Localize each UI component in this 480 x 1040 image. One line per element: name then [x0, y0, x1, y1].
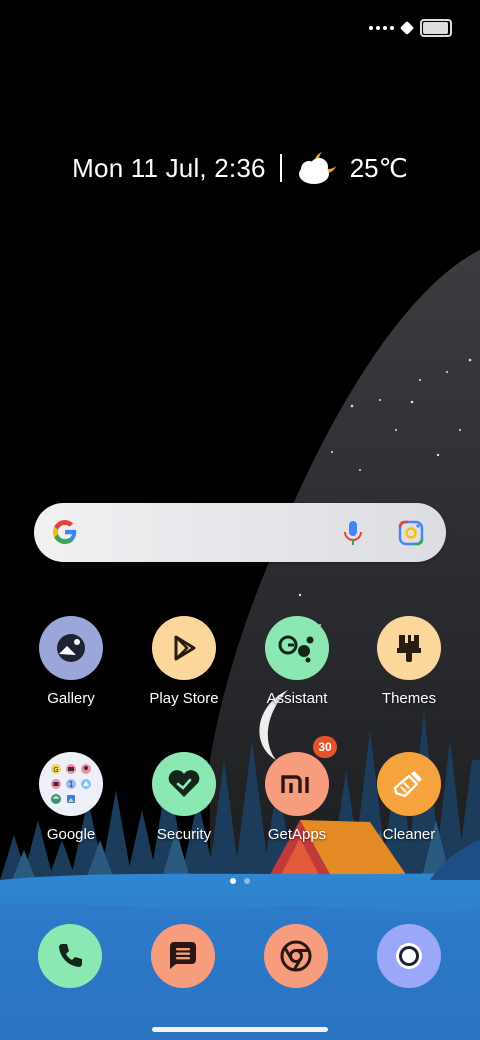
- messages-icon: [170, 942, 196, 969]
- battery-icon: [420, 19, 452, 37]
- app-label: Themes: [381, 690, 437, 707]
- play-store-icon: [152, 616, 216, 680]
- google-search-bar[interactable]: [34, 503, 446, 562]
- google-g-icon: [53, 520, 78, 544]
- app-label: Security: [156, 826, 212, 843]
- dock-phone[interactable]: [38, 924, 102, 988]
- notification-badge: 30: [313, 736, 337, 758]
- page-dot: [244, 878, 250, 884]
- app-label: Play Store: [149, 690, 219, 707]
- home-gesture-bar[interactable]: [152, 1027, 328, 1032]
- app-label: Google: [46, 826, 96, 843]
- themes-icon: [377, 616, 441, 680]
- clock-weather-widget[interactable]: Mon 11 Jul, 2:36 25℃: [0, 150, 480, 186]
- app-themes[interactable]: Themes: [354, 616, 464, 707]
- folder-google[interactable]: G 1 Google: [16, 752, 126, 843]
- date-time: Mon 11 Jul, 2:36: [72, 152, 266, 183]
- chrome-icon: [280, 940, 312, 972]
- app-label: Gallery: [47, 690, 95, 707]
- lens-icon[interactable]: [398, 520, 424, 546]
- home-screen: Mon 11 Jul, 2:36 25℃ Gallery Play Store …: [0, 0, 480, 1040]
- temperature: 25℃: [349, 152, 408, 183]
- app-label: Assistant: [266, 690, 328, 707]
- app-security[interactable]: Security: [129, 752, 239, 843]
- page-indicator[interactable]: [0, 878, 480, 884]
- divider: [279, 154, 282, 182]
- dock-chrome[interactable]: [264, 924, 328, 988]
- gallery-icon: [39, 616, 103, 680]
- phone-icon: [59, 944, 82, 967]
- dock-camera[interactable]: [377, 924, 441, 988]
- page-dot-active: [230, 878, 236, 884]
- cleaner-icon: [377, 752, 441, 816]
- cloudy-night-icon: [298, 152, 336, 184]
- assistant-icon: [265, 616, 329, 680]
- app-cleaner[interactable]: Cleaner: [354, 752, 464, 843]
- svg-text:G: G: [53, 766, 58, 774]
- wifi-icon: [399, 20, 415, 36]
- app-getapps[interactable]: 30 GetApps: [242, 736, 352, 843]
- svg-text:1: 1: [68, 780, 73, 789]
- app-play-store[interactable]: Play Store: [129, 616, 239, 707]
- getapps-icon: 30: [265, 736, 337, 816]
- app-assistant[interactable]: Assistant: [242, 616, 352, 707]
- dock-messages[interactable]: [151, 924, 215, 988]
- mic-icon[interactable]: [340, 519, 366, 547]
- app-label: GetApps: [267, 826, 327, 843]
- app-gallery[interactable]: Gallery: [16, 616, 126, 707]
- security-icon: [152, 752, 216, 816]
- google-folder-icon: G 1: [39, 752, 103, 816]
- app-label: Cleaner: [382, 826, 436, 843]
- status-bar: [369, 18, 452, 38]
- signal-dots-icon: [369, 26, 394, 30]
- camera-icon: [396, 943, 422, 969]
